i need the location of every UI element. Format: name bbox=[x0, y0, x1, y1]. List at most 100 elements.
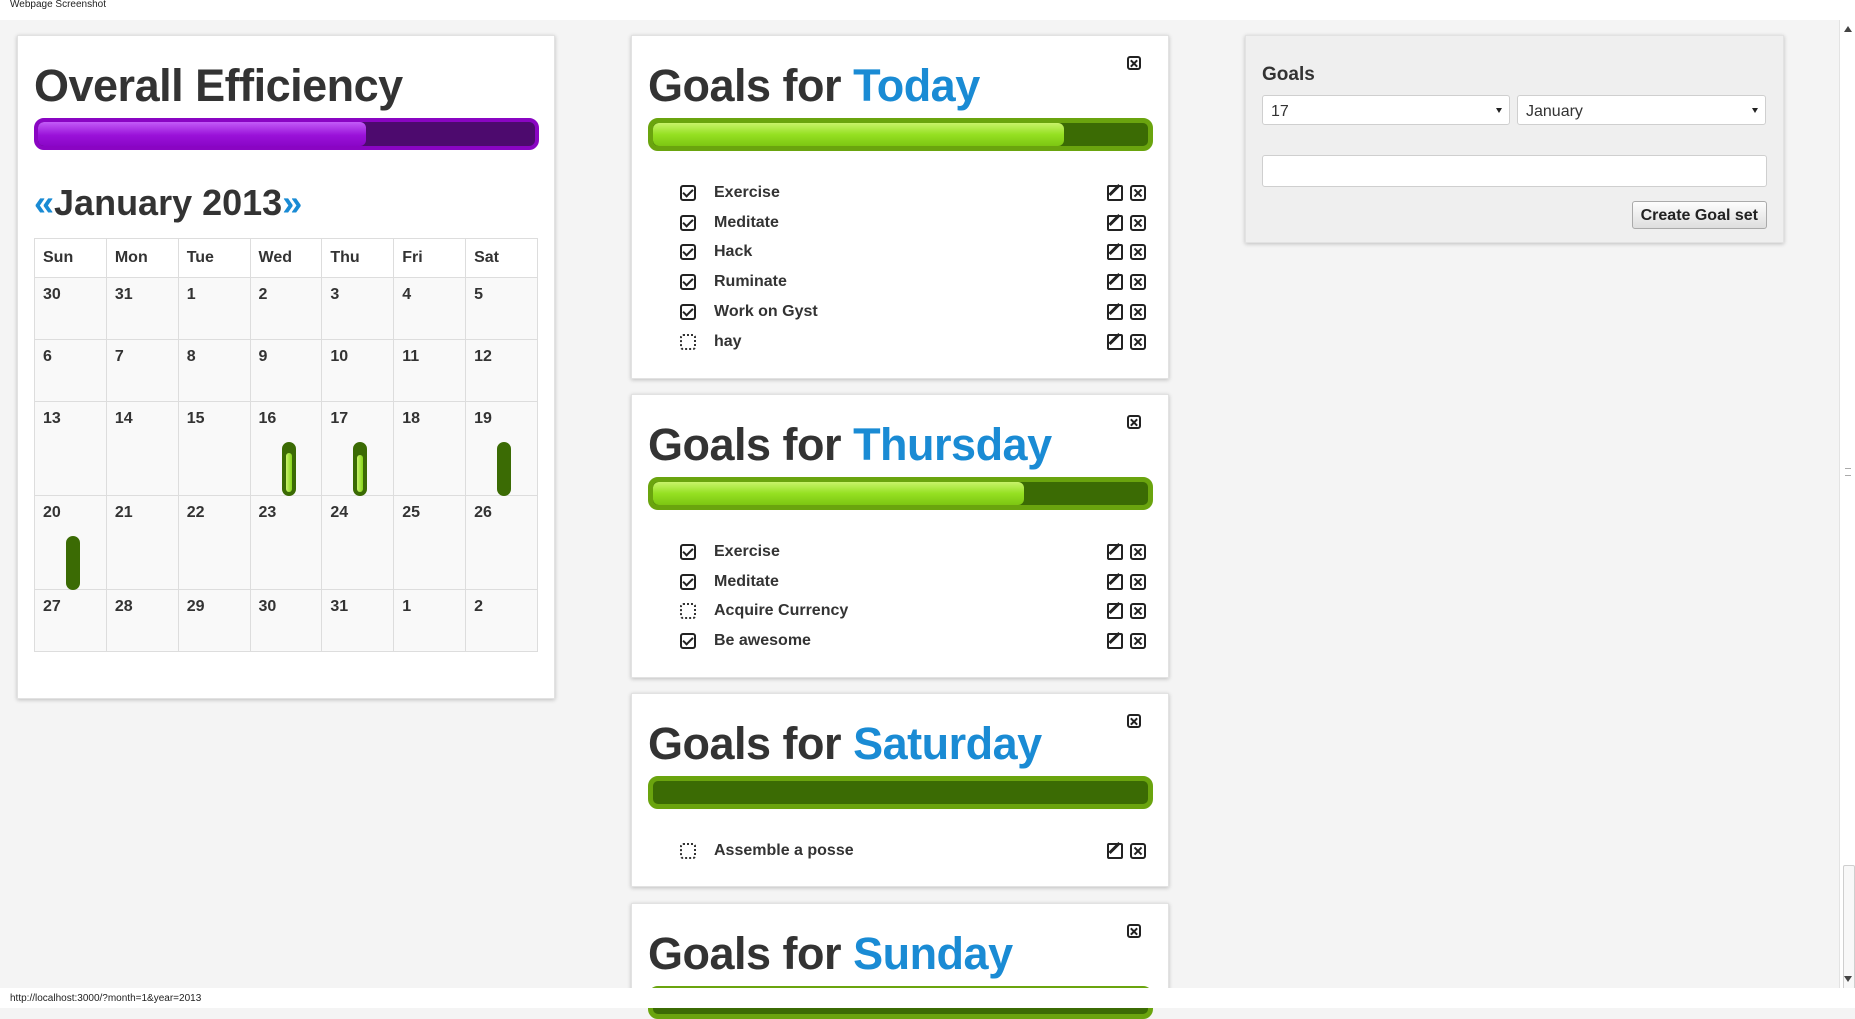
calendar-day-cell[interactable]: 12 bbox=[465, 339, 538, 402]
create-goal-set-button[interactable]: Create Goal set bbox=[1631, 201, 1767, 229]
goal-item: Acquire Currency bbox=[632, 599, 1168, 625]
edit-icon[interactable] bbox=[1107, 573, 1123, 590]
calendar-day-cell[interactable]: 8 bbox=[177, 339, 251, 402]
unchecked-checkbox-icon[interactable] bbox=[680, 603, 696, 620]
checked-checkbox-icon[interactable] bbox=[680, 544, 696, 560]
day-select[interactable]: 17 bbox=[1262, 95, 1510, 125]
calendar-day-number: 18 bbox=[402, 410, 421, 427]
calendar-day-cell[interactable]: 31 bbox=[105, 277, 179, 340]
calendar-day-cell[interactable]: 24 bbox=[321, 495, 395, 590]
scroll-up-arrow-icon[interactable] bbox=[1844, 26, 1852, 32]
edit-icon[interactable] bbox=[1107, 633, 1123, 650]
calendar-day-cell[interactable]: 28 bbox=[105, 589, 179, 652]
calendar-day-cell[interactable]: 17 bbox=[321, 401, 395, 496]
checked-checkbox-icon[interactable] bbox=[680, 185, 696, 201]
prev-month-link[interactable]: « bbox=[34, 182, 54, 223]
calendar-day-cell[interactable]: 19 bbox=[465, 401, 538, 496]
delete-icon[interactable] bbox=[1130, 633, 1146, 650]
checked-checkbox-icon[interactable] bbox=[680, 244, 696, 261]
window-title: Webpage Screenshot bbox=[10, 0, 106, 10]
edit-icon[interactable] bbox=[1107, 333, 1123, 350]
goal-set-progress-fill bbox=[653, 123, 1064, 146]
delete-icon[interactable] bbox=[1130, 244, 1146, 261]
day-select-value: 17 bbox=[1271, 103, 1289, 120]
weekday-header: Wed bbox=[249, 238, 323, 278]
calendar-day-cell[interactable]: 7 bbox=[105, 339, 179, 402]
edit-icon[interactable] bbox=[1107, 185, 1123, 201]
calendar-day-cell[interactable]: 15 bbox=[177, 401, 251, 496]
calendar-day-cell[interactable]: 6 bbox=[34, 339, 107, 402]
edit-icon[interactable] bbox=[1107, 303, 1123, 320]
calendar-day-cell[interactable]: 2 bbox=[465, 589, 538, 652]
goal-label: Exercise bbox=[714, 184, 780, 201]
calendar-day-cell[interactable]: 27 bbox=[34, 589, 107, 652]
delete-icon[interactable] bbox=[1130, 603, 1146, 620]
edit-icon[interactable] bbox=[1107, 544, 1123, 560]
close-icon[interactable] bbox=[1127, 56, 1141, 70]
checked-checkbox-icon[interactable] bbox=[680, 303, 696, 320]
delete-icon[interactable] bbox=[1130, 214, 1146, 231]
calendar-day-cell[interactable]: 11 bbox=[393, 339, 467, 402]
delete-icon[interactable] bbox=[1130, 843, 1146, 859]
month-select[interactable]: January bbox=[1517, 95, 1766, 125]
unchecked-checkbox-icon[interactable] bbox=[680, 843, 696, 859]
calendar-table: Sun Mon Tue Wed Thu Fri Sat 30 31 1 2 3 4 5 6 7 8 9 10 11 12… bbox=[34, 238, 538, 652]
calendar-day-cell[interactable]: 25 bbox=[393, 495, 467, 590]
calendar-day-number: 11 bbox=[402, 348, 420, 365]
delete-icon[interactable] bbox=[1130, 274, 1146, 291]
calendar-day-cell[interactable]: 3 bbox=[321, 277, 395, 340]
calendar-day-cell[interactable]: 22 bbox=[177, 495, 251, 590]
calendar-day-cell[interactable]: 30 bbox=[34, 277, 107, 340]
delete-icon[interactable] bbox=[1130, 185, 1146, 201]
edit-icon[interactable] bbox=[1107, 603, 1123, 620]
checked-checkbox-icon[interactable] bbox=[680, 274, 696, 291]
calendar-day-cell[interactable]: 14 bbox=[105, 401, 179, 496]
edit-icon[interactable] bbox=[1107, 274, 1123, 291]
calendar-day-cell[interactable]: 2 bbox=[249, 277, 323, 340]
goal-set-panel: Goals for Today Exercise Meditate Hack Rumin… bbox=[631, 35, 1169, 379]
next-month-link[interactable]: » bbox=[282, 182, 302, 223]
page-scrollbar[interactable] bbox=[1839, 20, 1855, 990]
close-icon[interactable] bbox=[1127, 714, 1141, 728]
checked-checkbox-icon[interactable] bbox=[680, 214, 696, 231]
goal-item: Exercise bbox=[632, 540, 1168, 566]
goal-input[interactable] bbox=[1262, 155, 1767, 187]
checked-checkbox-icon[interactable] bbox=[680, 633, 696, 650]
goal-label: Acquire Currency bbox=[714, 602, 849, 620]
calendar-day-cell[interactable]: 9 bbox=[249, 339, 323, 402]
goal-item: Assemble a posse bbox=[632, 839, 1168, 865]
delete-icon[interactable] bbox=[1130, 544, 1146, 560]
edit-icon[interactable] bbox=[1107, 214, 1123, 231]
calendar-day-cell[interactable]: 5 bbox=[465, 277, 538, 340]
calendar-day-cell[interactable]: 31 bbox=[321, 589, 395, 652]
weekday-header: Sat bbox=[465, 238, 538, 278]
calendar-day-cell[interactable]: 13 bbox=[34, 401, 107, 496]
calendar-day-cell[interactable]: 21 bbox=[105, 495, 179, 590]
calendar-day-cell[interactable]: 23 bbox=[249, 495, 323, 590]
edit-icon[interactable] bbox=[1107, 843, 1123, 859]
goal-label: Work on Gyst bbox=[714, 302, 818, 320]
calendar-day-cell[interactable]: 4 bbox=[393, 277, 467, 340]
close-icon[interactable] bbox=[1127, 924, 1141, 938]
delete-icon[interactable] bbox=[1130, 333, 1146, 350]
scroll-down-arrow-icon[interactable] bbox=[1844, 976, 1852, 982]
calendar-day-cell[interactable]: 16 bbox=[249, 401, 323, 496]
edit-icon[interactable] bbox=[1107, 244, 1123, 261]
delete-icon[interactable] bbox=[1130, 573, 1146, 590]
scrollbar-thumb[interactable] bbox=[1843, 865, 1855, 990]
goal-set-title-day: Thursday bbox=[853, 419, 1052, 470]
calendar-day-cell[interactable]: 26 bbox=[465, 495, 538, 590]
calendar-day-cell[interactable]: 1 bbox=[393, 589, 467, 652]
calendar-day-cell[interactable]: 18 bbox=[393, 401, 467, 496]
delete-icon[interactable] bbox=[1130, 303, 1146, 320]
close-icon[interactable] bbox=[1127, 415, 1141, 429]
unchecked-checkbox-icon[interactable] bbox=[680, 333, 696, 350]
goal-item: Be awesome bbox=[632, 629, 1168, 655]
calendar-day-number: 4 bbox=[402, 286, 412, 303]
calendar-day-cell[interactable]: 1 bbox=[177, 277, 251, 340]
calendar-day-cell[interactable]: 30 bbox=[249, 589, 323, 652]
calendar-day-cell[interactable]: 29 bbox=[177, 589, 251, 652]
calendar-day-cell[interactable]: 10 bbox=[321, 339, 395, 402]
calendar-day-cell[interactable]: 20 bbox=[34, 495, 107, 590]
checked-checkbox-icon[interactable] bbox=[680, 573, 696, 590]
